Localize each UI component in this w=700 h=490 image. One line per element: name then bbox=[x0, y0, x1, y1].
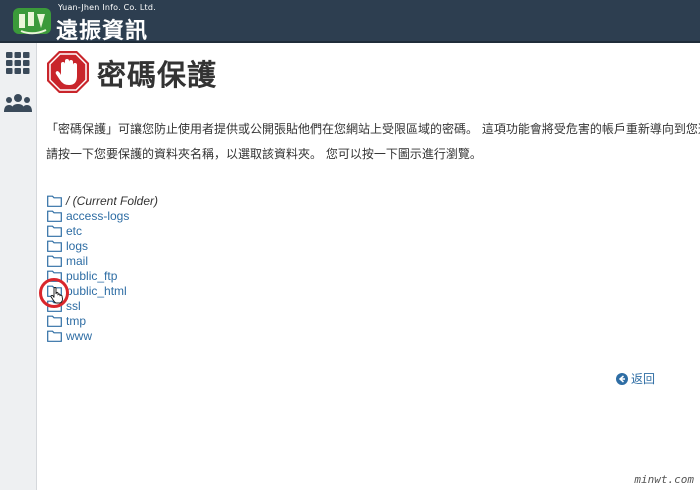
top-bar: Yuan-Jhen Info. Co. Ltd. 遠振資訊 bbox=[0, 0, 700, 45]
folder-label: logs bbox=[66, 238, 89, 253]
sidebar-item-home[interactable] bbox=[4, 50, 32, 76]
back-link[interactable]: 返回 bbox=[616, 370, 655, 387]
folder-icon bbox=[47, 195, 62, 207]
brand-english: Yuan-Jhen Info. Co. Ltd. bbox=[58, 3, 156, 12]
folder-label: ssl bbox=[66, 299, 81, 314]
folder-label: mail bbox=[66, 253, 89, 268]
page-title: 密碼保護 bbox=[97, 58, 218, 92]
folder-label: public_ftp bbox=[66, 269, 118, 284]
folder-label: www bbox=[66, 329, 92, 344]
page-instruction: 請按一下您要保護的資料夾名稱，以選取該資料夾。 您可以按一下圖示進行瀏覽。 bbox=[46, 147, 482, 161]
folder-item-current[interactable]: / (Current Folder) bbox=[47, 193, 158, 208]
page-description: 「密碼保護」可讓您防止使用者提供或公開張貼他們在您網站上受限區域的密碼。 這項功… bbox=[46, 122, 700, 136]
folder-item-logs[interactable]: logs bbox=[47, 238, 158, 253]
folder-icon bbox=[47, 210, 62, 222]
folder-item-tmp[interactable]: tmp bbox=[47, 314, 158, 329]
folder-item-mail[interactable]: mail bbox=[47, 253, 158, 268]
folder-label: etc bbox=[66, 223, 83, 238]
sidebar-item-users[interactable] bbox=[4, 90, 32, 116]
brand-chinese[interactable]: 遠振資訊 bbox=[56, 13, 148, 45]
folder-item-etc[interactable]: etc bbox=[47, 223, 158, 238]
folder-label: tmp bbox=[66, 314, 87, 329]
logo-icon[interactable] bbox=[13, 6, 53, 36]
folder-label: access-logs bbox=[66, 208, 130, 223]
folder-icon bbox=[47, 255, 62, 267]
folder-item-access-logs[interactable]: access-logs bbox=[47, 208, 158, 223]
folder-item-www[interactable]: www bbox=[47, 329, 158, 344]
watermark: minwt.com bbox=[634, 473, 694, 486]
folder-icon bbox=[47, 225, 62, 237]
folder-icon bbox=[47, 330, 62, 343]
hand-cursor-icon bbox=[50, 287, 63, 304]
folder-icon bbox=[47, 315, 62, 328]
folder-label: / (Current Folder) bbox=[66, 193, 159, 208]
circle-arrow-left-icon bbox=[616, 372, 628, 385]
folder-icon bbox=[47, 240, 62, 252]
grid-icon bbox=[6, 52, 30, 74]
back-label: 返回 bbox=[631, 372, 656, 386]
folder-label: public_html bbox=[66, 284, 127, 299]
folder-list: / (Current Folder) access-logs etc logs … bbox=[47, 193, 158, 344]
sidebar bbox=[0, 43, 37, 490]
stop-hand-icon bbox=[47, 51, 89, 93]
users-icon bbox=[4, 94, 32, 112]
